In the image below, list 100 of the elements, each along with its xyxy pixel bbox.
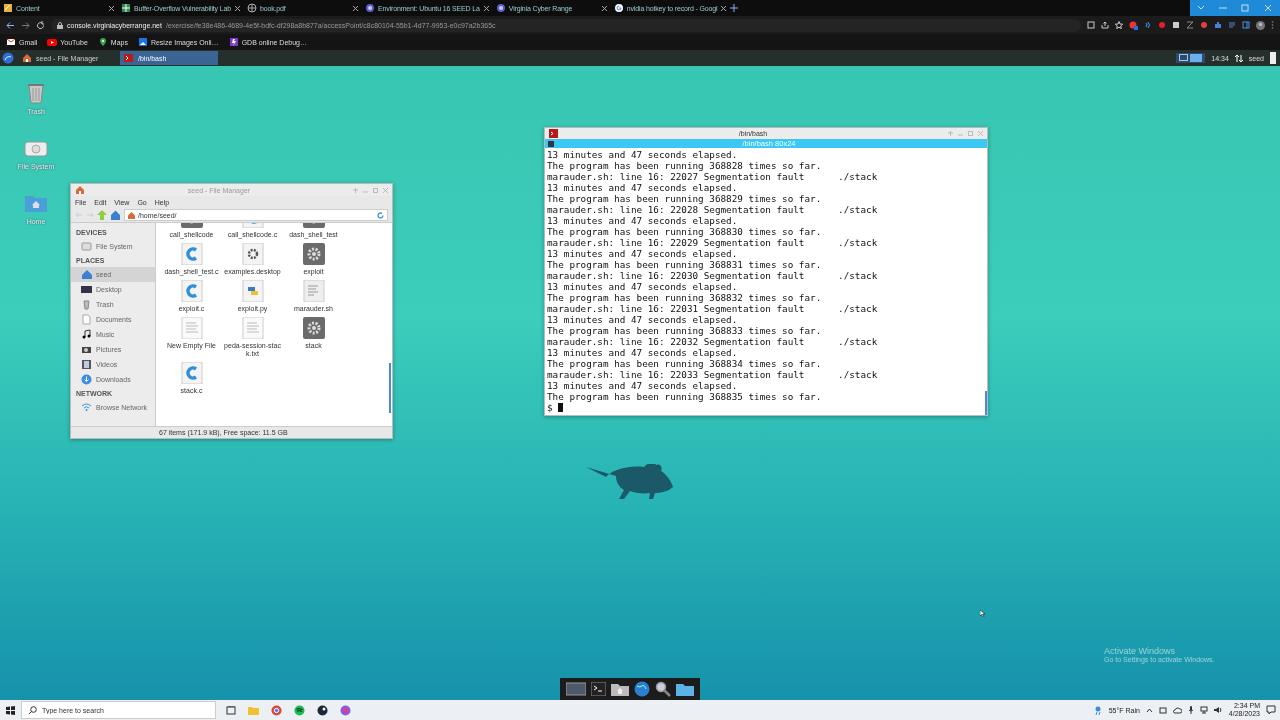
folder-icon[interactable] [676, 682, 694, 696]
globe-icon [247, 3, 257, 13]
terminal-line: The program has been running 368832 times so far. [547, 292, 823, 303]
magnifier-icon[interactable] [655, 681, 671, 697]
prompt-text: $ [547, 402, 553, 413]
film-icon [81, 359, 92, 370]
workspace-icon[interactable] [1190, 54, 1203, 62]
windows-logo-icon[interactable] [6, 705, 15, 715]
close-icon[interactable] [108, 4, 115, 12]
puzzle-icon[interactable] [1214, 21, 1222, 29]
mail-icon [6, 37, 16, 47]
terminal-line: The program has been running 368835 times so far. [547, 391, 823, 402]
terminal-line: marauder.sh: line 16: 22030 Segmentation fault ./stack [547, 270, 879, 281]
terminal-line: marauder.sh: line 16: 22028 Segmentation fault ./stack [547, 204, 879, 215]
speaker-icon[interactable] [1213, 706, 1223, 714]
terminal-line: marauder.sh: line 16: 22027 Segmentation fault ./stack [547, 171, 879, 182]
c-file-icon [180, 243, 203, 265]
play-icon [47, 37, 58, 47]
terminal-icon [124, 53, 134, 63]
forward-icon[interactable] [21, 20, 30, 30]
workspace-switcher[interactable] [1176, 53, 1206, 63]
house-icon[interactable] [110, 210, 121, 220]
terminal-line: marauder.sh: line 16: 22033 Segmentation fault ./stack [547, 369, 879, 380]
close-icon[interactable] [600, 4, 608, 12]
drive-icon [81, 241, 92, 252]
picture-icon [81, 344, 92, 355]
terminal-line: 13 minutes and 47 seconds elapsed. [547, 314, 739, 325]
bug-icon [228, 37, 239, 47]
share-icon[interactable] [1101, 21, 1109, 29]
browser-icon[interactable] [271, 704, 282, 716]
terminal-icon[interactable] [591, 682, 606, 696]
terminal-line: 13 minutes and 47 seconds elapsed. [547, 248, 739, 259]
text-file-icon [180, 317, 203, 339]
terminal-line: The program has been running 368828 times so far. [547, 160, 823, 171]
document-icon [3, 3, 13, 13]
google-icon [613, 3, 624, 13]
house-icon [81, 269, 92, 280]
xfce-logo-icon[interactable] [2, 52, 14, 64]
close-icon[interactable] [234, 4, 241, 12]
close-icon[interactable] [482, 4, 490, 12]
back-icon[interactable] [6, 20, 15, 30]
close-icon[interactable] [352, 4, 359, 12]
chevron-up-icon[interactable] [1145, 707, 1153, 713]
network-icon[interactable] [1234, 53, 1243, 63]
chat-app-icon[interactable] [340, 704, 351, 716]
workspace-icon[interactable] [1179, 54, 1189, 61]
script-file-icon [302, 280, 325, 302]
more-menu-icon[interactable] [1271, 21, 1274, 29]
tray-icon[interactable] [1158, 706, 1167, 714]
weather-icon[interactable] [1093, 705, 1103, 715]
side-panel-icon[interactable] [1242, 21, 1250, 29]
house-folder-icon[interactable] [611, 682, 629, 696]
terminal-line: 13 minutes and 47 seconds elapsed. [547, 347, 739, 358]
house-icon [22, 53, 32, 63]
c-file-icon [180, 280, 203, 302]
c-file-icon [180, 362, 203, 384]
terminal-line: 13 minutes and 47 seconds elapsed. [547, 281, 739, 292]
globe-icon[interactable] [634, 681, 650, 697]
grid-icon [121, 3, 131, 13]
cloud-icon[interactable] [1172, 706, 1182, 714]
notification-icon[interactable] [1266, 705, 1276, 715]
search-icon [29, 706, 37, 714]
avatar-icon[interactable] [1256, 20, 1265, 30]
lock-icon [57, 21, 63, 29]
terminal-line: The program has been running 368831 times so far. [547, 259, 823, 270]
terminal-line: 13 minutes and 47 seconds elapsed. [547, 215, 739, 226]
terminal-line: The program has been running 368833 times so far. [547, 325, 823, 336]
scrollbar[interactable] [985, 391, 987, 415]
terminal-line: 13 minutes and 47 seconds elapsed. [547, 182, 739, 193]
house-icon [75, 185, 85, 195]
tab-search-icon[interactable] [1087, 21, 1095, 29]
microphone-icon[interactable] [1187, 706, 1194, 714]
scroll-handle-icon[interactable] [1270, 52, 1276, 64]
record-icon[interactable] [1158, 21, 1166, 29]
audio-extension-icon[interactable] [1144, 21, 1152, 29]
mouse-pointer-icon [980, 610, 985, 617]
new-tab-icon[interactable] [730, 4, 739, 12]
reload-icon[interactable] [36, 20, 45, 30]
music-app-icon[interactable] [294, 704, 305, 716]
star-icon[interactable] [1115, 21, 1123, 29]
close-icon[interactable] [720, 4, 728, 12]
terminal-line: The program has been running 368829 times so far. [547, 193, 823, 204]
terminal-line: marauder.sh: line 16: 22031 Segmentation fault ./stack [547, 303, 879, 314]
scrollbar[interactable] [389, 363, 391, 413]
wifi-icon [81, 402, 92, 413]
monitor-icon [81, 284, 92, 295]
terminal-line: marauder.sh: line 16: 22029 Segmentation fault ./stack [547, 237, 879, 248]
task-view-icon[interactable] [226, 705, 236, 715]
game-store-icon[interactable] [317, 704, 328, 716]
trash-icon [81, 299, 92, 310]
map-pin-icon [97, 37, 108, 47]
document-icon [81, 314, 92, 325]
terminal-line: The program has been running 368830 times so far. [547, 226, 823, 237]
image-icon [137, 37, 148, 47]
terminal-line: 13 minutes and 47 seconds elapsed. [547, 149, 739, 160]
music-note-icon [81, 329, 92, 340]
python-icon [241, 280, 264, 302]
text-cursor [557, 403, 563, 412]
house-icon [128, 211, 135, 219]
record-extension-icon[interactable] [1129, 20, 1138, 30]
